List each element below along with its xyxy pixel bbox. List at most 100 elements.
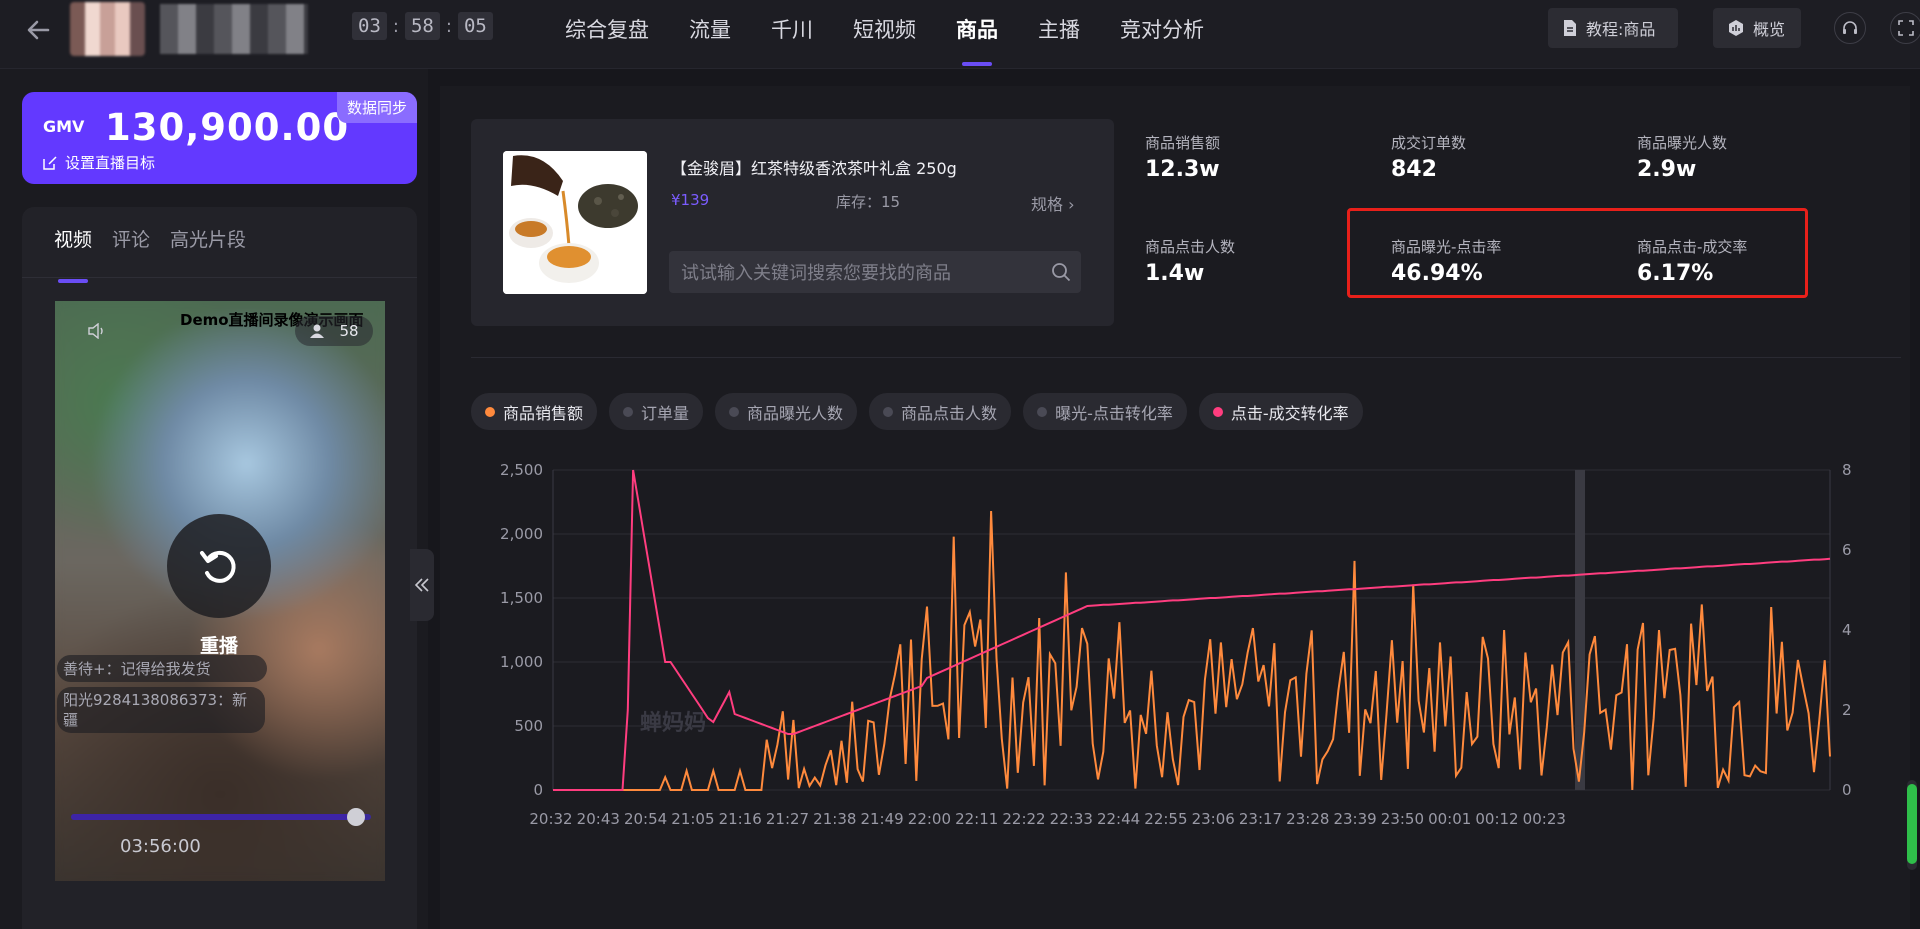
replay-button[interactable] (167, 514, 271, 618)
fullscreen-icon (1898, 20, 1914, 36)
viewer-count-value: 58 (339, 322, 359, 340)
user-icon (310, 324, 325, 338)
sales-chart[interactable]: 05001,0001,5002,0002,5000246820:32 20:43 2… (440, 366, 1910, 826)
edit-icon (43, 155, 57, 170)
tab-video[interactable]: 视频 (54, 225, 92, 283)
nav-tab-short-video[interactable]: 短视频 (833, 0, 936, 68)
metric-clicks: 商品点击人数 1.4w (1145, 236, 1235, 286)
metric-value: 12.3w (1145, 157, 1220, 182)
product-search (669, 251, 1081, 295)
x-tick-label: 00:12 (1475, 810, 1518, 826)
speaker-icon[interactable] (87, 323, 107, 339)
product-stock: 库存：15 (836, 193, 901, 211)
scrollbar[interactable] (1907, 780, 1917, 870)
search-icon[interactable] (1051, 262, 1071, 282)
tutorial-label: 教程:商品 (1586, 20, 1656, 39)
nav-tab-competitor[interactable]: 竞对分析 (1100, 0, 1224, 68)
set-goal-label: 设置直播目标 (65, 154, 156, 172)
x-tick-label: 23:17 (1239, 810, 1282, 826)
gmv-value: 130,900.00 (105, 106, 350, 149)
tutorial-button[interactable]: 教程:商品 (1548, 8, 1678, 48)
comment-item: 阳光9284138086373：新疆 (57, 687, 265, 733)
comment-item: 善待+：记得给我发货 (57, 655, 267, 682)
product-price: ¥139 (671, 191, 710, 209)
nav-tab-overview[interactable]: 综合复盘 (545, 0, 669, 68)
metric-label: 成交订单数 (1391, 134, 1467, 152)
nav-tab-qianchuan[interactable]: 千川 (751, 0, 833, 68)
metric-label: 商品点击人数 (1145, 238, 1236, 256)
x-tick-label: 00:23 (1523, 810, 1566, 826)
metric-value: 2.9w (1637, 157, 1697, 182)
timer-colon: : (445, 15, 452, 37)
x-tick-label: 22:55 (1144, 810, 1187, 826)
data-sync-button[interactable]: 数据同步 (336, 92, 417, 123)
main-nav: 综合复盘 流量 千川 短视频 商品 主播 竞对分析 (545, 0, 1224, 68)
metric-label: 商品销售额 (1145, 134, 1221, 152)
product-card: 【金骏眉】红茶特级香浓茶叶礼盒 250g ¥139 库存：15 规格 › (471, 119, 1114, 326)
x-tick-label: 20:54 (624, 810, 667, 826)
live-timer: 03 : 58 : 05 (352, 12, 493, 40)
gmv-card: GMV 130,900.00 数据同步 设置直播目标 (22, 92, 417, 184)
tab-comments[interactable]: 评论 (112, 225, 150, 265)
app-window: 03 : 58 : 05 综合复盘 流量 千川 短视频 商品 主播 竞对分析 教… (0, 0, 1920, 929)
account-name-redacted (160, 4, 308, 54)
video-progress-bar[interactable] (71, 808, 371, 826)
metric-value: 842 (1391, 157, 1437, 182)
x-tick-label: 23:06 (1192, 810, 1235, 826)
video-time: 03:56:00 (120, 836, 201, 857)
set-goal-link[interactable]: 设置直播目标 (43, 152, 155, 173)
product-image (503, 151, 647, 294)
series-line-conversion (553, 469, 1831, 791)
back-arrow-icon[interactable] (22, 14, 54, 46)
double-chevron-left-icon (414, 578, 429, 592)
x-tick-label: 21:05 (671, 810, 714, 826)
headset-button[interactable] (1834, 12, 1866, 44)
overview-button[interactable]: 概览 (1713, 8, 1801, 48)
nav-tab-products[interactable]: 商品 (936, 0, 1018, 68)
y-left-tick-label: 0 (533, 781, 543, 799)
progress-handle[interactable] (347, 808, 365, 826)
metric-value: 1.4w (1145, 261, 1205, 286)
metric-exposure: 商品曝光人数 2.9w (1637, 132, 1727, 182)
y-left-tick-label: 2,500 (500, 461, 543, 479)
x-tick-label: 22:22 (1002, 810, 1045, 826)
replay-icon (200, 550, 236, 583)
series-line-sales (553, 510, 1831, 791)
x-tick-label: 22:33 (1050, 810, 1093, 826)
tab-highlights[interactable]: 高光片段 (170, 225, 246, 265)
section-divider (471, 357, 1901, 358)
y-left-tick-label: 2,000 (500, 525, 543, 543)
avatar (70, 2, 145, 56)
metric-sales: 商品销售额 12.3w (1145, 132, 1220, 182)
watermark-text: 蝉妈妈 (640, 710, 706, 736)
product-search-input[interactable] (679, 251, 1043, 295)
y-left-tick-label: 1,000 (500, 653, 543, 671)
metric-orders: 成交订单数 842 (1391, 132, 1466, 182)
x-tick-label: 21:27 (766, 810, 809, 826)
progress-fill (71, 814, 356, 820)
left-panel: GMV 130,900.00 数据同步 设置直播目标 视频 评论 高光片段 De… (0, 69, 434, 929)
x-tick-label: 20:32 (529, 810, 572, 826)
overview-label: 概览 (1753, 20, 1786, 39)
video-player[interactable]: Demo直播间录像演示画面 58 重播 善待+：记得给我发货 阳光9284138… (55, 301, 385, 881)
timer-hours: 03 (352, 12, 387, 40)
nav-tab-anchor[interactable]: 主播 (1018, 0, 1100, 68)
product-spec-link[interactable]: 规格 › (1031, 191, 1075, 215)
collapse-panel-button[interactable] (410, 549, 434, 621)
y-right-tick-label: 6 (1842, 541, 1852, 559)
metric-label: 商品曝光人数 (1637, 134, 1728, 152)
highlight-box (1347, 208, 1808, 298)
x-tick-label: 22:44 (1097, 810, 1140, 826)
x-tick-label: 21:38 (813, 810, 856, 826)
x-tick-label: 21:16 (719, 810, 762, 826)
nav-tab-traffic[interactable]: 流量 (669, 0, 751, 68)
x-tick-label: 20:43 (577, 810, 620, 826)
product-title: 【金骏眉】红茶特级香浓茶叶礼盒 250g (671, 159, 957, 178)
main-content: 【金骏眉】红茶特级香浓茶叶礼盒 250g ¥139 库存：15 规格 › 商品销… (440, 86, 1910, 929)
media-tabs: 视频 评论 高光片段 (54, 225, 246, 283)
fullscreen-button[interactable] (1890, 12, 1920, 44)
gmv-label: GMV (43, 117, 85, 136)
scrollbar-thumb[interactable] (1907, 784, 1917, 864)
y-right-tick-label: 2 (1842, 701, 1852, 719)
x-tick-label: 22:11 (955, 810, 998, 826)
